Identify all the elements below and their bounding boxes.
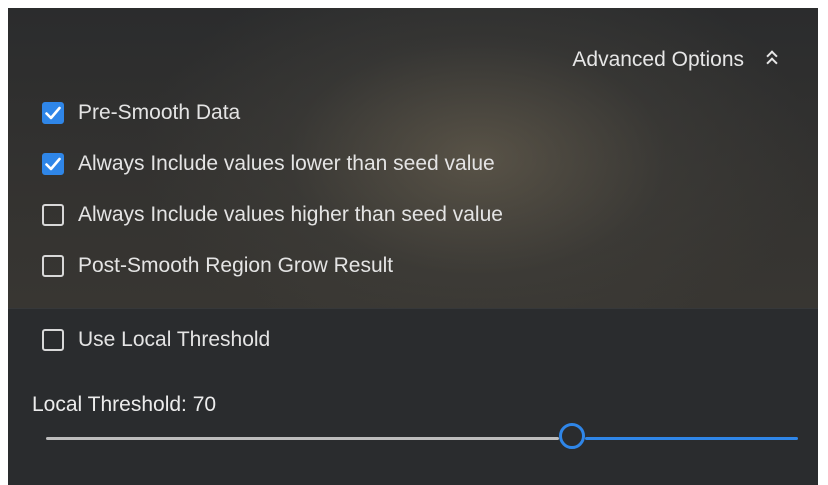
option-post-smooth[interactable]: Post-Smooth Region Grow Result	[42, 254, 393, 278]
local-threshold-value: 70	[192, 393, 217, 416]
local-threshold-slider[interactable]	[46, 421, 798, 455]
advanced-options-toggle[interactable]: Advanced Options	[572, 48, 778, 72]
checkmark-icon	[45, 157, 61, 171]
local-threshold-caption: Local Threshold:	[32, 393, 187, 416]
double-chevron-up-icon[interactable]	[766, 50, 778, 69]
checkmark-icon	[45, 106, 61, 120]
post-smooth-checkbox[interactable]	[42, 255, 64, 277]
advanced-options-label: Advanced Options	[572, 48, 744, 71]
option-label: Always Include values higher than seed v…	[78, 203, 503, 226]
include-higher-checkbox[interactable]	[42, 204, 64, 226]
pre-smooth-checkbox[interactable]	[42, 102, 64, 124]
option-label: Use Local Threshold	[78, 328, 271, 351]
option-label: Pre-Smooth Data	[78, 101, 241, 124]
include-lower-checkbox[interactable]	[42, 153, 64, 175]
use-local-threshold-checkbox[interactable]	[42, 329, 64, 351]
option-label: Post-Smooth Region Grow Result	[78, 254, 394, 277]
option-include-lower[interactable]: Always Include values lower than seed va…	[42, 152, 495, 176]
option-label: Always Include values lower than seed va…	[78, 152, 495, 175]
local-threshold-label: Local Threshold: 70	[32, 393, 216, 417]
region-grow-panel: Advanced Options Pre-Smooth Data Always …	[8, 8, 818, 485]
section-divider	[8, 308, 818, 309]
option-include-higher[interactable]: Always Include values higher than seed v…	[42, 203, 503, 227]
slider-track-filled[interactable]	[46, 437, 559, 440]
option-use-local-threshold[interactable]: Use Local Threshold	[42, 328, 270, 352]
option-pre-smooth-data[interactable]: Pre-Smooth Data	[42, 101, 240, 125]
slider-thumb[interactable]	[559, 423, 585, 449]
slider-track-remaining[interactable]	[585, 437, 798, 440]
